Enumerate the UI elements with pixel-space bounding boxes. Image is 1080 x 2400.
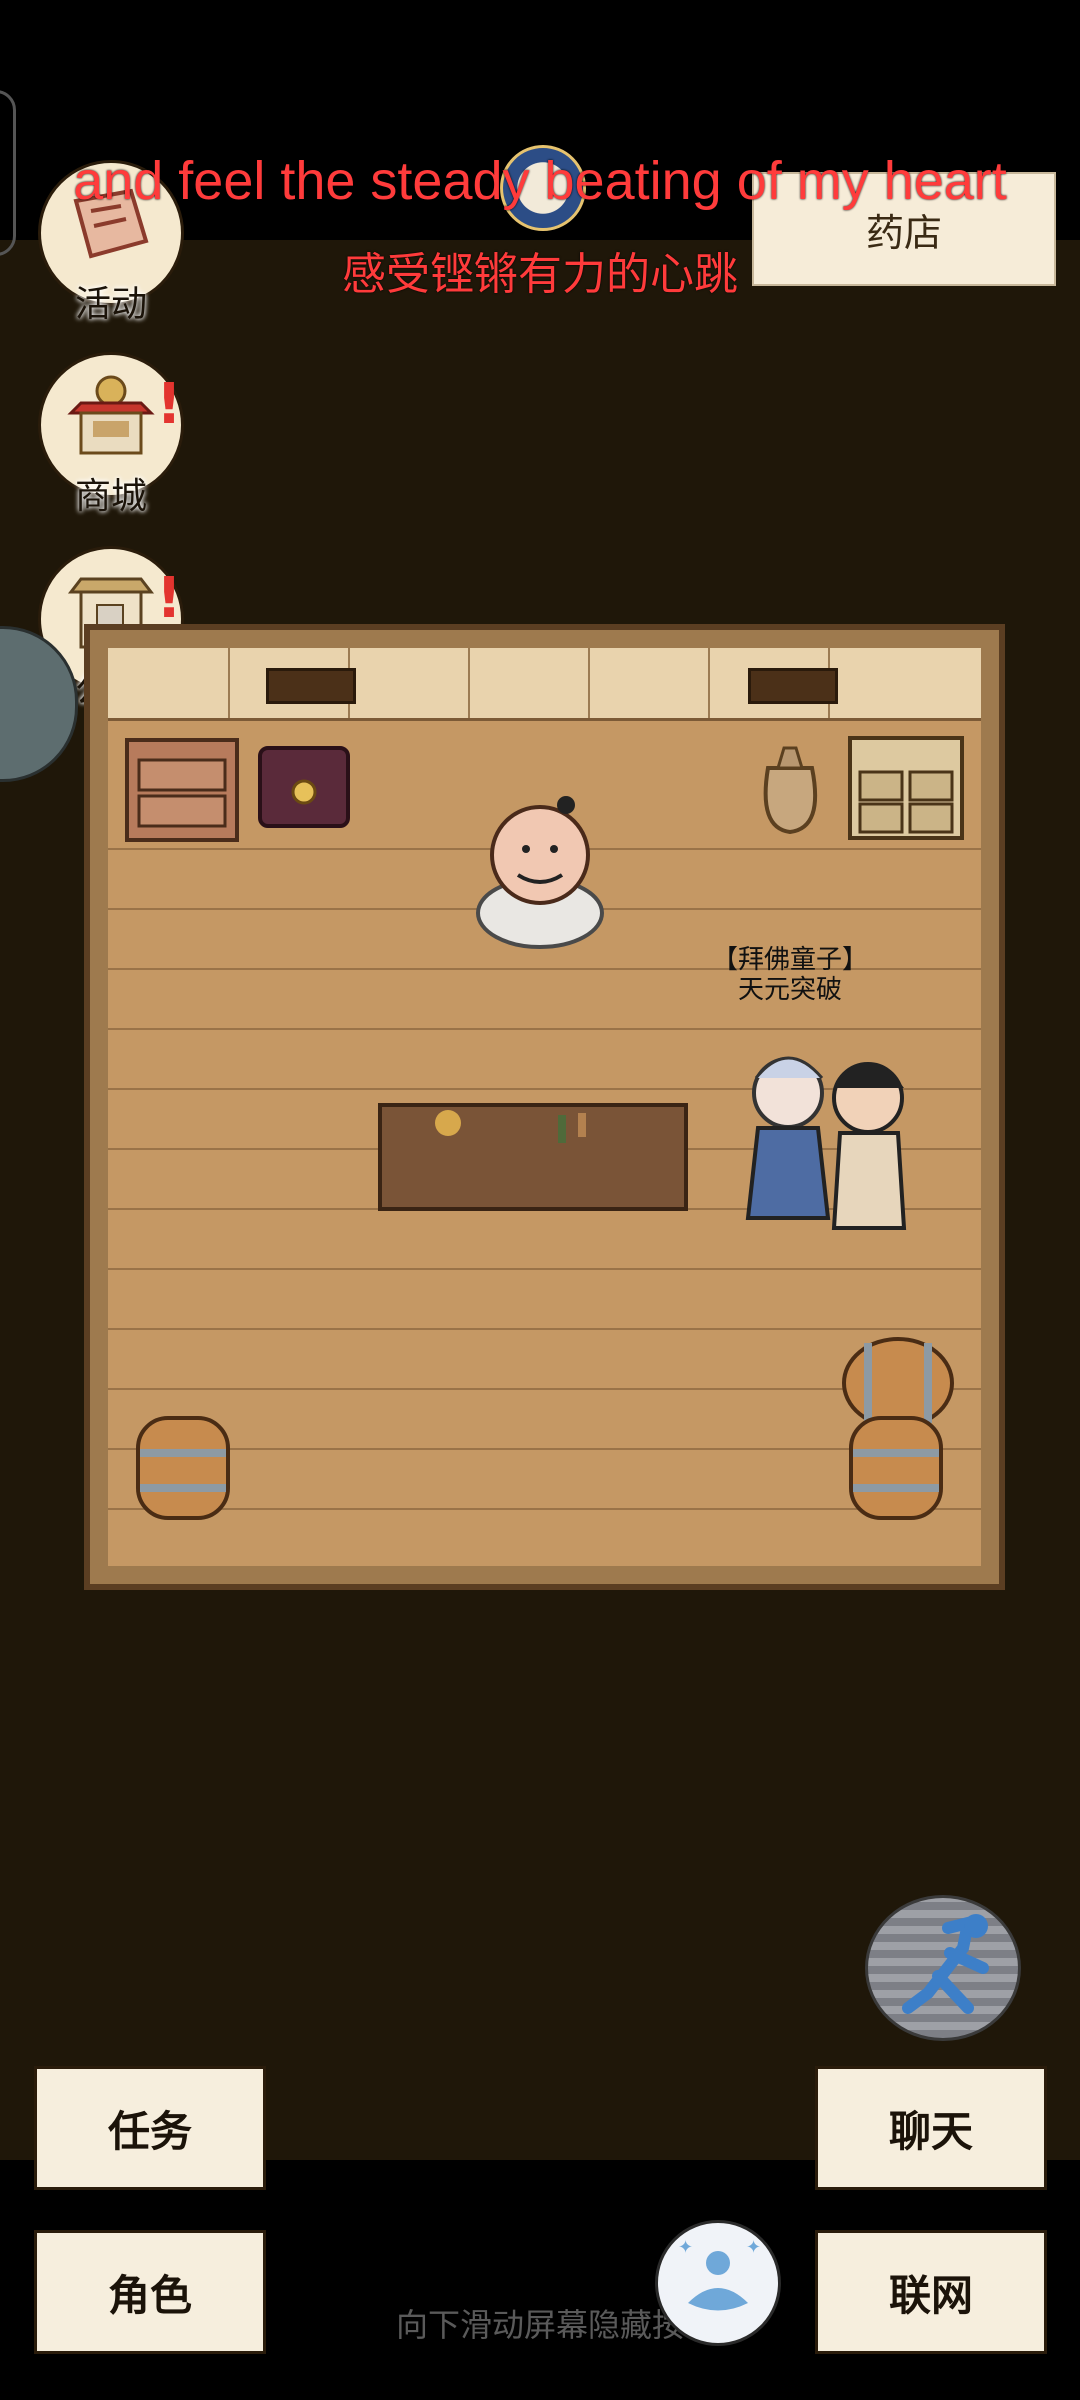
- running-figure-icon: [902, 1914, 989, 2014]
- notice-alert-badge: !: [156, 566, 182, 631]
- shop-stall-icon: [67, 375, 155, 455]
- shop-room: [84, 624, 1005, 1590]
- shop-button[interactable]: ! 商城: [38, 352, 184, 517]
- meditation-icon: ✦ ✦: [678, 2237, 761, 2311]
- meditate-button[interactable]: ✦ ✦: [655, 2220, 781, 2346]
- online-button[interactable]: 联网: [815, 2230, 1047, 2354]
- shop-counter: [378, 1103, 688, 1211]
- svg-text:✦: ✦: [678, 2237, 693, 2258]
- wall-vent: [748, 668, 838, 704]
- back-wall: [108, 648, 981, 721]
- medicine-cabinet: [848, 736, 964, 840]
- wooden-floor: [108, 648, 981, 1566]
- shop-alert-badge: !: [156, 372, 182, 437]
- shopkeeper-npc[interactable]: [460, 783, 630, 953]
- wooden-drawer-chest: [125, 738, 239, 842]
- svg-text:✦: ✦: [746, 2237, 761, 2258]
- character-button[interactable]: 角色: [34, 2230, 266, 2354]
- shop-label: 商城: [74, 476, 147, 517]
- sprint-button[interactable]: [865, 1895, 1021, 2041]
- chat-button[interactable]: 聊天: [815, 2066, 1047, 2190]
- sack-bag: [763, 746, 818, 835]
- barrel: [849, 1416, 943, 1520]
- subtitle-chinese: 感受铿锵有力的心跳: [342, 249, 738, 300]
- treasure-chest[interactable]: [256, 740, 352, 830]
- wall-vent: [266, 668, 356, 704]
- player-title: 【拜佛童子】: [711, 945, 868, 975]
- tasks-button[interactable]: 任务: [34, 2066, 266, 2190]
- player-name-tag: 【拜佛童子】 天元突破: [690, 945, 890, 1005]
- player-name: 天元突破: [737, 975, 842, 1005]
- player-characters[interactable]: [718, 1038, 958, 1268]
- subtitle-english: and feel the steady beating of my heart: [73, 151, 1007, 211]
- barrel: [136, 1416, 230, 1520]
